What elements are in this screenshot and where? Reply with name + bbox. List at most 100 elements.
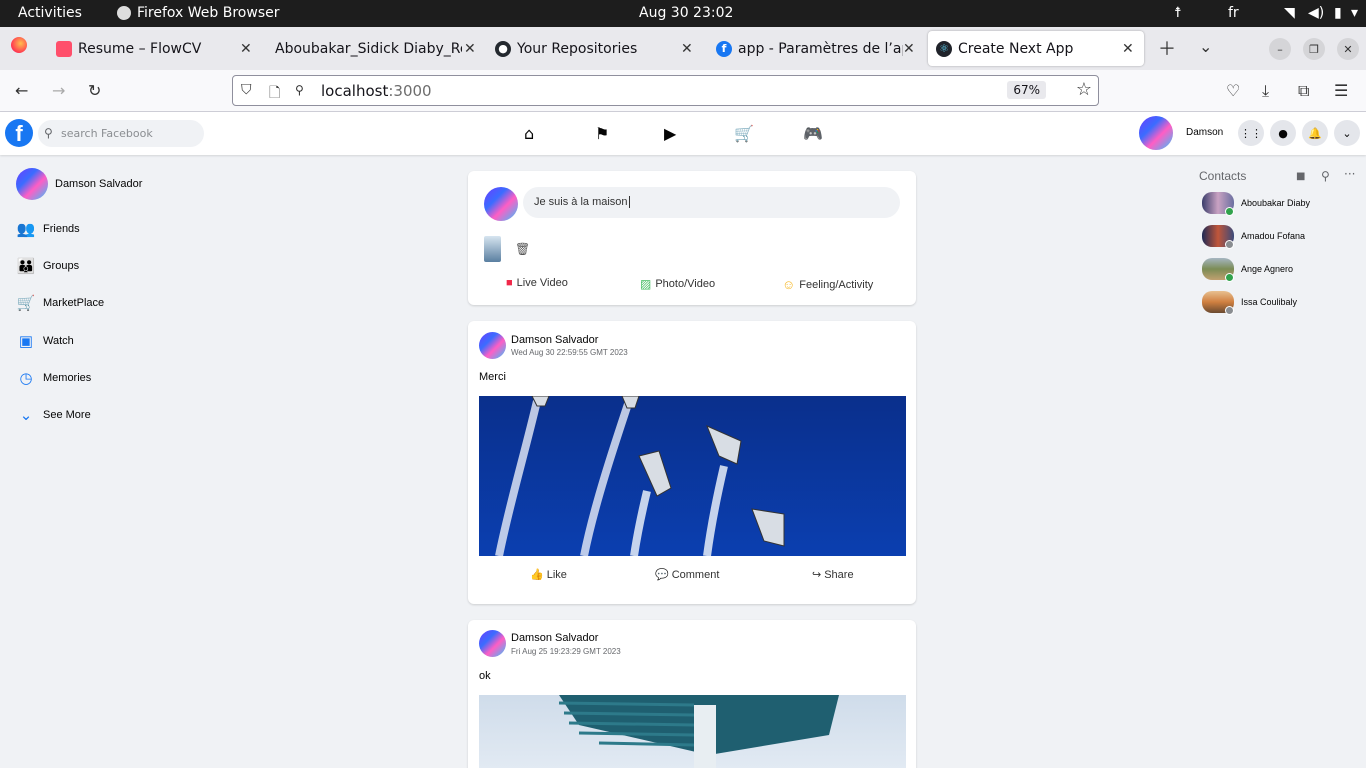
contact-item[interactable]: Aboubakar Diaby [1202, 192, 1310, 216]
live-video-button[interactable]: ■ Live Video [506, 277, 568, 289]
post-author[interactable]: Damson Salvador [511, 334, 598, 346]
photo-icon: ▨ [640, 277, 652, 291]
tab-github[interactable]: ● Your Repositories ✕ [488, 31, 700, 66]
close-icon[interactable]: ✕ [1122, 41, 1134, 57]
sidebar-item-friends[interactable]: 👥 Friends [16, 220, 80, 238]
smiley-icon: ☺ [782, 277, 796, 292]
close-icon[interactable]: ✕ [464, 41, 476, 57]
volume-icon[interactable]: ◀) [1308, 5, 1324, 21]
permissions-icon[interactable]: ⚲ [295, 83, 304, 97]
menu-arrow-icon[interactable]: ▾ [1351, 5, 1358, 21]
hamburger-menu-icon[interactable]: ☰ [1334, 81, 1348, 100]
search-icon[interactable]: ⚲ [1321, 169, 1330, 183]
avatar[interactable] [1139, 116, 1173, 150]
accessibility-icon[interactable]: ☨ [1174, 5, 1182, 21]
contact-name: Amadou Fofana [1241, 231, 1306, 241]
battery-icon[interactable]: ▮ [1334, 5, 1342, 21]
contact-item[interactable]: Issa Coulibaly [1202, 291, 1298, 315]
close-icon[interactable]: ✕ [681, 41, 693, 57]
contact-item[interactable]: Amadou Fofana [1202, 225, 1306, 249]
post-author[interactable]: Damson Salvador [511, 632, 598, 644]
comment-label: Comment [671, 568, 720, 581]
firefox-icon [117, 6, 131, 20]
user-name[interactable]: Damson [1186, 127, 1223, 138]
feeling-activity-button[interactable]: ☺ Feeling/Activity [782, 277, 873, 292]
restore-button[interactable]: ❐ [1303, 38, 1325, 60]
contact-name: Issa Coulibaly [1241, 297, 1298, 307]
forward-icon[interactable]: → [52, 81, 65, 100]
gaming-icon[interactable]: 🎮 [803, 124, 823, 143]
attached-image-thumbnail[interactable] [484, 236, 501, 262]
home-icon[interactable]: ⌂ [524, 124, 534, 143]
contact-item[interactable]: Ange Agnero [1202, 258, 1293, 282]
facebook-icon: f [716, 40, 732, 57]
friends-icon: 👥 [16, 221, 36, 238]
sidebar-item-memories[interactable]: ◷ Memories [16, 369, 91, 387]
video-icon[interactable]: ▶ [664, 124, 676, 143]
sidebar-item-groups[interactable]: 👪 Groups [16, 257, 79, 275]
delete-icon[interactable]: 🗑 [515, 242, 530, 256]
back-icon[interactable]: ← [15, 81, 28, 100]
new-tab-button[interactable]: ＋ [1158, 35, 1176, 61]
zoom-indicator[interactable]: 67% [1007, 81, 1046, 99]
flag-icon[interactable]: ⚑ [595, 124, 609, 143]
app-menu[interactable]: Firefox Web Browser [117, 5, 280, 21]
sidebar-item-marketplace[interactable]: 🛒 MarketPlace [16, 294, 104, 312]
close-icon[interactable]: ✕ [903, 41, 915, 57]
search-input[interactable]: ⚲ search Facebook [38, 120, 204, 147]
messenger-icon[interactable]: ● [1270, 120, 1296, 146]
facebook-logo[interactable]: f [5, 119, 33, 147]
extensions-icon[interactable]: ⧉ [1298, 81, 1309, 101]
tab-flowcv[interactable]: Resume – FlowCV ✕ [50, 31, 262, 66]
post-date: Fri Aug 25 19:23:29 GMT 2023 [511, 647, 621, 656]
notifications-icon[interactable]: 🔔 [1302, 120, 1328, 146]
post-card: Damson Salvador Wed Aug 30 22:59:55 GMT … [468, 321, 916, 604]
wifi-icon[interactable]: ◥ [1284, 5, 1295, 21]
tab-resume-file[interactable]: Aboubakar_Sidick Diaby_Re ✕ [268, 31, 482, 66]
sidebar-item-label: Damson Salvador [55, 178, 143, 190]
share-button[interactable]: ↪ Share [812, 568, 854, 582]
tab-create-next-app[interactable]: ⚛ Create Next App ✕ [928, 31, 1144, 66]
like-button[interactable]: 👍 Like [530, 568, 567, 582]
tab-title: Create Next App [958, 40, 1074, 57]
tab-title: Resume – FlowCV [78, 40, 202, 57]
avatar[interactable] [479, 332, 506, 359]
language-indicator[interactable]: fr [1228, 5, 1239, 21]
menu-grid-icon[interactable]: ⋮⋮ [1238, 120, 1264, 146]
photo-video-button[interactable]: ▨ Photo/Video [640, 277, 715, 291]
close-window-button[interactable]: ✕ [1337, 38, 1359, 60]
flowcv-icon [56, 40, 72, 57]
firefox-view-icon[interactable] [11, 37, 27, 57]
sidebar-item-watch[interactable]: ▣ Watch [16, 332, 74, 350]
avatar[interactable] [479, 630, 506, 657]
status-input[interactable]: Je suis à la maison [523, 187, 900, 218]
post-composer: Je suis à la maison 🗑 ■ Live Video ▨ Pho… [468, 171, 916, 305]
avatar [484, 187, 518, 221]
clock[interactable]: Aug 30 23:02 [639, 5, 733, 21]
reload-icon[interactable]: ↻ [88, 81, 101, 100]
post-image[interactable] [479, 396, 906, 556]
tab-list-chevron-icon[interactable]: ⌄ [1199, 37, 1212, 56]
sidebar-item-profile[interactable]: Damson Salvador [16, 168, 142, 200]
video-call-icon[interactable]: ■ [1296, 171, 1305, 182]
thumbs-up-icon: 👍 [530, 569, 544, 581]
address-bar[interactable]: ⛉ 🗋 ⚲ localhost:3000 67% ☆ [232, 75, 1099, 106]
chevron-down-icon: ⌄ [19, 407, 33, 424]
sidebar-item-see-more[interactable]: ⌄ See More [16, 406, 91, 424]
bookmark-star-icon[interactable]: ☆ [1076, 79, 1092, 100]
sidebar-item-label: Watch [43, 335, 74, 347]
url-text[interactable]: localhost:3000 [321, 82, 432, 100]
tab-facebook-app[interactable]: f app - Paramètres de l’app ✕ [708, 31, 920, 66]
page-icon[interactable]: 🗋 [269, 82, 280, 106]
marketplace-icon[interactable]: 🛒 [734, 124, 754, 143]
minimize-button[interactable]: – [1269, 38, 1291, 60]
comment-button[interactable]: 💬 Comment [655, 568, 720, 582]
account-chevron-icon[interactable]: ⌄ [1334, 120, 1360, 146]
downloads-icon[interactable]: ⤓ [1262, 81, 1269, 101]
post-image[interactable] [479, 695, 906, 768]
pocket-icon[interactable]: ♡ [1226, 81, 1240, 100]
activities-button[interactable]: Activities [18, 5, 82, 21]
shield-icon[interactable]: ⛉ [241, 82, 252, 98]
more-options-icon[interactable]: ··· [1344, 167, 1355, 181]
close-icon[interactable]: ✕ [240, 41, 252, 57]
